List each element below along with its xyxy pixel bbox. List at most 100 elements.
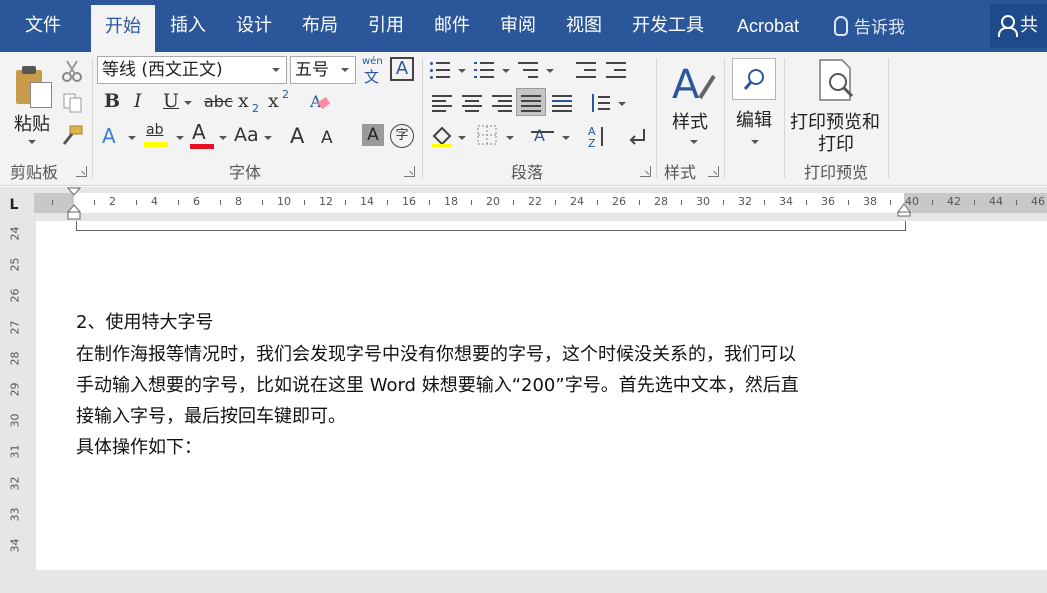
highlight-button[interactable]: ab <box>144 122 174 150</box>
tab-review[interactable]: 审阅 <box>486 0 550 52</box>
underline-button[interactable]: U <box>163 90 179 112</box>
ruler-tick <box>890 200 891 205</box>
strikethrough-button[interactable]: abc <box>204 92 233 111</box>
chevron-down-icon[interactable] <box>176 136 184 140</box>
chevron-down-icon[interactable] <box>458 69 466 73</box>
borders-icon[interactable] <box>476 124 498 146</box>
chevron-down-icon[interactable] <box>506 136 514 140</box>
tab-references[interactable]: 引用 <box>354 0 418 52</box>
copy-icon[interactable] <box>62 92 84 114</box>
shrink-font-button[interactable]: A <box>321 128 333 148</box>
vertical-ruler-number: 24 <box>8 226 22 241</box>
font-size-dropdown[interactable]: 五号 <box>290 56 356 84</box>
chevron-down-icon[interactable] <box>546 69 554 73</box>
text-effects-button[interactable]: A <box>102 124 116 148</box>
paragraph-group-label: 段落 <box>510 163 543 182</box>
bold-button[interactable]: B <box>104 90 120 112</box>
line-spacing-icon[interactable] <box>590 94 610 112</box>
document-page[interactable]: 2、使用特大字号 在制作海报等情况时，我们会发现字号中没有你想要的字号，这个时候… <box>36 221 1047 570</box>
ruler-number: 38 <box>863 195 877 208</box>
tab-view[interactable]: 视图 <box>552 0 616 52</box>
share-button[interactable]: 共 <box>990 4 1047 48</box>
ruler-number: 6 <box>193 195 200 208</box>
tab-acrobat[interactable]: Acrobat <box>724 0 812 52</box>
ruler-tick <box>639 200 640 205</box>
indent-marker-icon[interactable] <box>67 187 81 221</box>
chevron-down-icon[interactable] <box>184 101 192 105</box>
tab-layout[interactable]: 布局 <box>289 0 351 52</box>
cut-icon[interactable] <box>62 60 82 82</box>
tab-design[interactable]: 设计 <box>222 0 286 52</box>
ruler-number: 46 <box>1031 195 1045 208</box>
chevron-down-icon <box>341 68 349 72</box>
increase-indent-icon[interactable] <box>606 60 626 78</box>
sort-icon[interactable]: A Z <box>586 124 608 150</box>
tab-insert[interactable]: 插入 <box>157 0 219 52</box>
font-name-dropdown[interactable]: 等线 (西文正文) <box>97 56 287 84</box>
ruler-number: 34 <box>779 195 793 208</box>
heading-paragraph[interactable]: 2、使用特大字号 <box>76 307 916 338</box>
editing-button[interactable]: 编辑 <box>728 56 780 152</box>
tab-file[interactable]: 文件 <box>0 0 86 52</box>
paste-button[interactable]: 粘贴 <box>4 56 58 152</box>
enclose-char-button[interactable]: 字 <box>390 124 414 148</box>
chinese-layout-icon[interactable]: A <box>530 124 556 146</box>
change-case-button[interactable]: Aa <box>234 124 259 146</box>
multilevel-list-icon[interactable] <box>518 60 538 78</box>
superscript-button[interactable]: x 2 <box>268 88 294 114</box>
font-color-button[interactable]: A <box>190 120 216 150</box>
paragraph-launcher-icon[interactable] <box>640 166 651 177</box>
format-painter-icon[interactable] <box>60 124 86 146</box>
styles-button[interactable]: A 样式 <box>664 56 724 152</box>
char-shading-button[interactable]: A <box>362 124 384 146</box>
chevron-down-icon[interactable] <box>458 136 466 140</box>
subscript-button[interactable]: x 2 <box>238 88 264 115</box>
char-border-button[interactable]: A <box>390 57 414 81</box>
show-marks-icon[interactable] <box>626 126 648 148</box>
ruler-number: 4 <box>151 195 158 208</box>
ruler-number: 30 <box>696 195 710 208</box>
person-icon <box>998 15 1018 37</box>
ruler-tick <box>387 200 388 205</box>
decrease-indent-icon[interactable] <box>576 60 596 78</box>
ruler-tick <box>1016 200 1017 205</box>
shading-icon[interactable] <box>430 124 454 148</box>
print-preview-button[interactable]: 打印预览和 打印 <box>788 56 884 155</box>
vertical-ruler-number: 29 <box>8 382 22 397</box>
justify-icon <box>521 94 541 112</box>
numbering-icon[interactable] <box>474 60 494 78</box>
align-left-icon[interactable] <box>432 94 452 112</box>
phonetic-guide-button[interactable]: wén 文 <box>362 56 384 86</box>
ruler-number: 36 <box>821 195 835 208</box>
horizontal-ruler[interactable]: L 2 4 6 8 10 12 14 16 18 20 22 24 26 28 30 32 34 36 38 40 42… <box>0 187 1047 221</box>
tell-me-search[interactable]: 告诉我 <box>834 0 905 52</box>
chevron-down-icon[interactable] <box>264 136 272 140</box>
tab-home[interactable]: 开始 <box>91 5 155 52</box>
chevron-down-icon[interactable] <box>562 136 570 140</box>
ruler-tick <box>974 200 975 205</box>
italic-button[interactable]: I <box>134 90 142 112</box>
tab-selector[interactable]: L <box>4 195 24 215</box>
clear-formatting-icon[interactable]: A <box>308 90 332 112</box>
body-paragraph-line[interactable]: 接输入字号，最后按回车键即可。 <box>76 401 916 432</box>
chevron-down-icon[interactable] <box>128 136 136 140</box>
grow-font-button[interactable]: A <box>290 124 304 148</box>
align-right-icon[interactable] <box>492 94 512 112</box>
clipboard-launcher-icon[interactable] <box>76 166 87 177</box>
styles-launcher-icon[interactable] <box>708 166 719 177</box>
distributed-icon[interactable] <box>552 94 572 112</box>
font-launcher-icon[interactable] <box>404 166 415 177</box>
body-paragraph-line[interactable]: 手动输入想要的字号，比如说在这里 Word 妹想要输入“200”字号。首先选中文… <box>76 370 916 401</box>
tab-mailings[interactable]: 邮件 <box>420 0 484 52</box>
justify-button[interactable] <box>516 88 546 116</box>
chevron-down-icon[interactable] <box>502 69 510 73</box>
align-center-icon[interactable] <box>462 94 482 112</box>
ruler-number: 12 <box>319 195 333 208</box>
ruler-tick <box>764 200 765 205</box>
chevron-down-icon[interactable] <box>219 136 227 140</box>
chevron-down-icon[interactable] <box>618 102 626 106</box>
body-paragraph-line[interactable]: 具体操作如下： <box>76 432 916 463</box>
bullets-icon[interactable] <box>430 60 450 79</box>
body-paragraph-line[interactable]: 在制作海报等情况时，我们会发现字号中没有你想要的字号，这个时候没关系的，我们可以 <box>76 339 916 370</box>
tab-developer[interactable]: 开发工具 <box>620 0 716 52</box>
